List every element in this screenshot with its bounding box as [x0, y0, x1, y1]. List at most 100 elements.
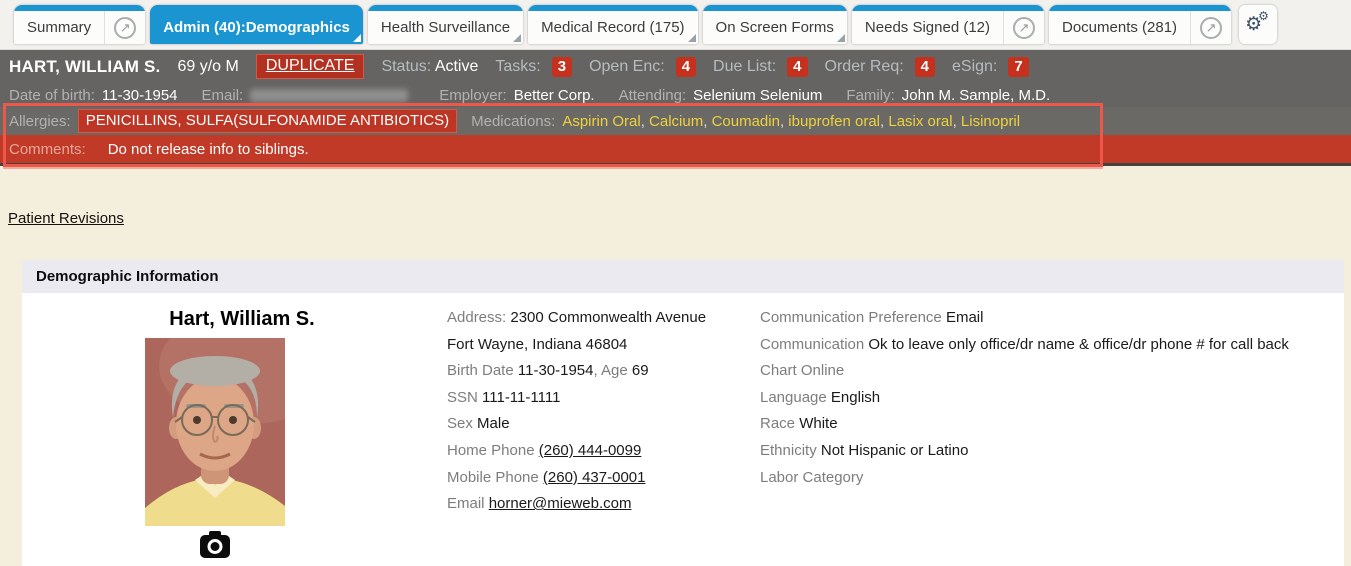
home-phone-label: Home Phone [447, 442, 535, 459]
language-label: Language [760, 389, 827, 406]
birth-date-row: Birth Date 11-30-1954, Age 69 [447, 358, 752, 385]
patient-banner: HART, WILLIAM S. 69 y/o M DUPLICATE Stat… [0, 50, 1351, 107]
status-value: Active [435, 58, 479, 75]
allergy-alert-chip[interactable]: PENICILLINS, SULFA(SULFONAMIDE ANTIBIOTI… [78, 109, 457, 133]
tab-health-surveillance[interactable]: Health Surveillance [368, 5, 523, 44]
banner-bottom-divider [0, 163, 1351, 166]
comments-row: Comments: Do not release info to sibling… [0, 135, 1351, 163]
tab-forms-label: On Screen Forms [703, 5, 847, 44]
camera-upload-icon[interactable] [200, 531, 230, 559]
birth-date-label: Birth Date [447, 362, 514, 379]
demographics-right-column: Communication Preference Email Communica… [760, 305, 1344, 491]
comments-value: Do not release info to siblings. [108, 141, 309, 158]
esign-label: eSign: [952, 58, 997, 76]
communication-label: Communication [760, 336, 864, 353]
labor-category-row: Labor Category [760, 465, 1344, 492]
panel-title: Demographic Information [22, 260, 1344, 293]
status-label: Status: [381, 58, 431, 75]
tab-summary[interactable]: Summary ↗ [14, 5, 145, 44]
separator: , [703, 113, 711, 130]
family-value: John M. Sample, M.D. [902, 87, 1050, 104]
labor-category-label: Labor Category [760, 469, 863, 486]
ssn-row: SSN 111-11-1111 [447, 385, 752, 412]
tab-health-label: Health Surveillance [368, 5, 523, 44]
address-label: Address: [447, 309, 506, 326]
employer-value: Better Corp. [514, 87, 595, 104]
tab-on-screen-forms[interactable]: On Screen Forms [703, 5, 847, 44]
email-row: Email horner@mieweb.com [447, 491, 752, 518]
separator: , [641, 113, 649, 130]
employer-label: Employer: [439, 87, 507, 104]
chart-online-label: Chart Online [760, 362, 844, 379]
language-value: English [831, 389, 880, 406]
email-redacted-value [250, 89, 408, 102]
order-req-count-badge[interactable]: 4 [915, 57, 935, 77]
comm-pref-label: Communication Preference [760, 309, 942, 326]
dob-value: 11-30-1954 [102, 87, 178, 104]
communication-row: Communication Ok to leave only office/dr… [760, 332, 1344, 359]
attending-value: Selenium Selenium [693, 87, 822, 104]
ethnicity-value: Not Hispanic or Latino [821, 442, 969, 459]
medication-item[interactable]: Lasix oral [888, 113, 952, 130]
age-value: 69 [632, 362, 649, 379]
open-enc-count-badge[interactable]: 4 [676, 57, 696, 77]
tab-medical-record[interactable]: Medical Record (175) [528, 5, 697, 44]
tab-needs-signed-popout[interactable]: ↗ [1003, 5, 1044, 44]
medication-item[interactable]: ibuprofen oral [788, 113, 880, 130]
tasks-label: Tasks: [495, 58, 540, 76]
allergies-medications-row: Allergies: PENICILLINS, SULFA(SULFONAMID… [0, 107, 1351, 135]
medication-item[interactable]: Lisinopril [961, 113, 1020, 130]
tasks-count-badge[interactable]: 3 [552, 57, 572, 77]
popout-icon: ↗ [114, 17, 136, 39]
birth-date-value: 11-30-1954 [518, 362, 594, 379]
email-label: Email: [202, 87, 244, 104]
tab-summary-label: Summary [14, 5, 104, 44]
demographic-panel: Demographic Information Hart, William S. [22, 260, 1344, 566]
tab-documents[interactable]: Documents (281) ↗ [1049, 5, 1231, 44]
patient-banner-row2: Date of birth: 11-30-1954 Email: Employe… [0, 83, 1351, 107]
home-phone-row: Home Phone (260) 444-0099 [447, 438, 752, 465]
esign-count-badge[interactable]: 7 [1008, 57, 1028, 77]
communication-value: Ok to leave only office/dr name & office… [868, 336, 1289, 353]
medication-item[interactable]: Aspirin Oral [562, 113, 640, 130]
tab-needs-signed-label: Needs Signed (12) [852, 5, 1003, 44]
patient-photo[interactable] [145, 338, 285, 526]
tab-needs-signed[interactable]: Needs Signed (12) ↗ [852, 5, 1044, 44]
ssn-value: 111-11-1111 [482, 389, 560, 406]
due-list-count-badge[interactable]: 4 [787, 57, 807, 77]
home-phone-link[interactable]: (260) 444-0099 [539, 442, 642, 459]
medication-item[interactable]: Coumadin [712, 113, 780, 130]
sex-row: Sex Male [447, 411, 752, 438]
attending-label: Attending: [619, 87, 687, 104]
sex-label: Sex [447, 415, 473, 432]
comm-pref-value: Email [946, 309, 984, 326]
tab-admin-demographics[interactable]: Admin (40):Demographics [150, 5, 363, 44]
age-label: , Age [594, 362, 628, 379]
patient-revisions-link[interactable]: Patient Revisions [8, 210, 124, 227]
allergies-label: Allergies: [9, 113, 71, 130]
comments-label: Comments: [9, 141, 86, 158]
patient-display-name: Hart, William S. [112, 308, 372, 331]
address-line1: 2300 Commonwealth Avenue [510, 309, 706, 326]
popout-icon: ↗ [1200, 17, 1222, 39]
settings-button[interactable]: ⚙ ⚙ [1239, 5, 1277, 44]
tab-documents-label: Documents (281) [1049, 5, 1190, 44]
medication-item[interactable]: Calcium [649, 113, 703, 130]
status-field: Status: Active [381, 58, 478, 76]
medications-label: Medications: [471, 113, 555, 130]
tab-documents-popout[interactable]: ↗ [1190, 5, 1231, 44]
mobile-phone-label: Mobile Phone [447, 469, 539, 486]
email-link[interactable]: horner@mieweb.com [489, 495, 632, 512]
family-label: Family: [846, 87, 894, 104]
tab-admin-label: Admin (40):Demographics [150, 5, 363, 44]
panel-body: Hart, William S. [22, 293, 1344, 566]
tab-summary-popout[interactable]: ↗ [104, 5, 145, 44]
mobile-phone-link[interactable]: (260) 437-0001 [543, 469, 646, 486]
patient-banner-row1: HART, WILLIAM S. 69 y/o M DUPLICATE Stat… [0, 50, 1351, 83]
language-row: Language English [760, 385, 1344, 412]
due-list-label: Due List: [713, 58, 776, 76]
patient-name-header: HART, WILLIAM S. [9, 57, 160, 77]
demographics-left-column: Address: 2300 Commonwealth AvenueFort Wa… [447, 305, 752, 518]
mobile-phone-row: Mobile Phone (260) 437-0001 [447, 465, 752, 492]
duplicate-flag[interactable]: DUPLICATE [256, 54, 365, 79]
